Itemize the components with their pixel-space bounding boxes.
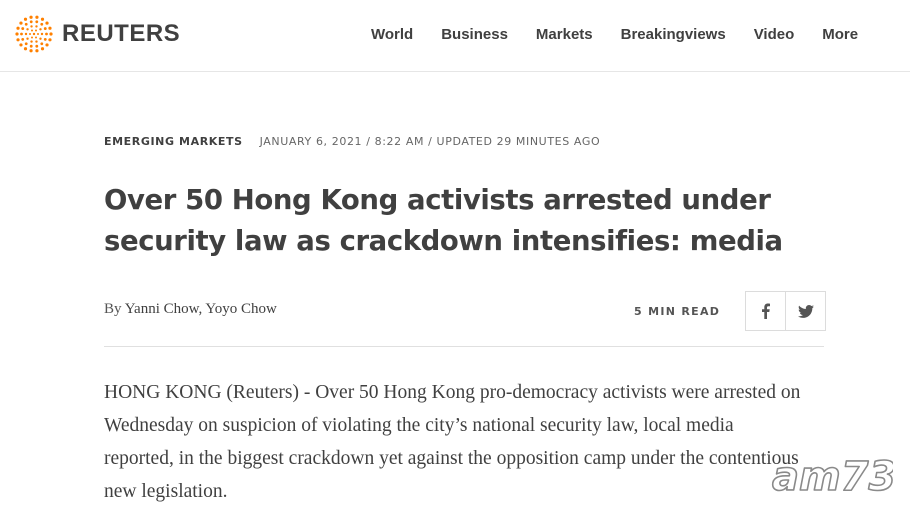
nav-item-more[interactable]: More (822, 26, 858, 43)
article-meta: EMERGING MARKETS JANUARY 6, 2021 / 8:22 A… (104, 135, 600, 148)
brand-name: REUTERS (62, 20, 181, 47)
reuters-logo-icon (15, 15, 53, 53)
dateline: JANUARY 6, 2021 / 8:22 AM / UPDATED 29 M… (259, 135, 601, 148)
byline-prefix: By (104, 301, 122, 317)
nav-item-business[interactable]: Business (441, 26, 508, 43)
svg-text:am730: am730 (772, 454, 893, 498)
main-nav: World Business Markets Breakingviews Vid… (371, 26, 886, 43)
facebook-icon (762, 303, 770, 319)
nav-item-markets[interactable]: Markets (536, 26, 593, 43)
twitter-share-button[interactable] (785, 292, 825, 330)
twitter-icon (797, 304, 814, 318)
facebook-share-button[interactable] (746, 292, 785, 330)
nav-item-world[interactable]: World (371, 26, 413, 43)
article-headline: Over 50 Hong Kong activists arrested und… (104, 184, 783, 257)
divider (104, 346, 824, 347)
reuters-logo[interactable]: REUTERS (14, 14, 180, 54)
article-body: HONG KONG (Reuters) - Over 50 Hong Kong … (104, 382, 801, 502)
nav-item-video[interactable]: Video (754, 26, 795, 43)
am730-watermark: am730 am730 (769, 451, 893, 498)
share-bar (745, 291, 826, 331)
read-time: 5 MIN READ (634, 305, 721, 318)
byline-authors[interactable]: Yanni Chow, Yoyo Chow (125, 301, 277, 317)
site-header: REUTERS World Business Markets Breakingv… (0, 0, 910, 72)
section-label[interactable]: EMERGING MARKETS (104, 135, 243, 148)
byline: By Yanni Chow, Yoyo Chow (104, 301, 277, 318)
nav-item-breakingviews[interactable]: Breakingviews (621, 26, 726, 43)
